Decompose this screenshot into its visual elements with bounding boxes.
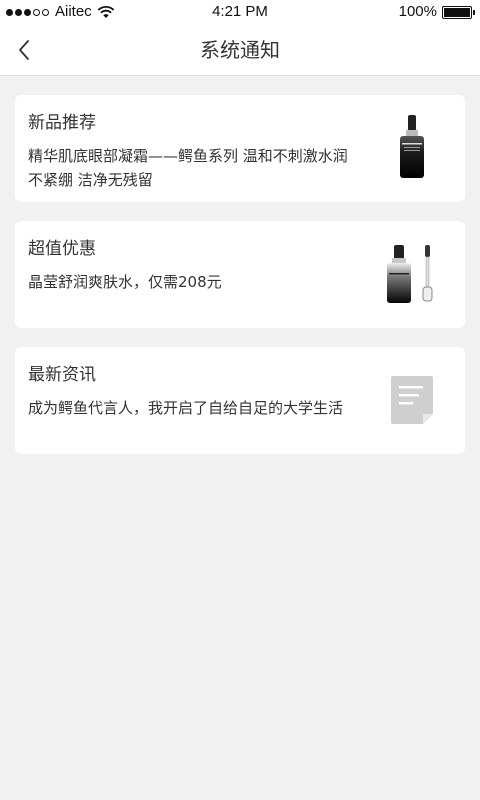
notification-card[interactable]: 超值优惠 晶莹舒润爽肤水，仅需208元 <box>15 221 465 328</box>
notification-title: 超值优惠 <box>28 239 96 259</box>
notification-list: 新品推荐 精华肌底眼部凝霜——鳄鱼系列 温和不刺激水润不紧绷 洁净无残留 超值优… <box>15 95 465 473</box>
battery-percent: 100% <box>398 3 437 20</box>
battery-area: 100% <box>398 3 475 20</box>
page-title: 系统通知 <box>200 38 280 62</box>
document-icon <box>377 365 447 435</box>
nav-bar: 系统通知 <box>0 24 480 76</box>
notification-title: 新品推荐 <box>28 113 96 133</box>
status-bar: Aiitec 4:21 PM 100% <box>0 0 480 24</box>
notification-card[interactable]: 新品推荐 精华肌底眼部凝霜——鳄鱼系列 温和不刺激水润不紧绷 洁净无残留 <box>15 95 465 202</box>
notification-body: 成为鳄鱼代言人，我开启了自给自足的大学生活 <box>28 399 344 417</box>
notification-body: 精华肌底眼部凝霜——鳄鱼系列 温和不刺激水润不紧绷 洁净无残留 <box>28 147 348 189</box>
serum-dropper-icon <box>377 239 447 309</box>
notification-body: 晶莹舒润爽肤水，仅需208元 <box>28 273 222 291</box>
serum-bottle-icon <box>377 113 447 183</box>
notification-card[interactable]: 最新资讯 成为鳄鱼代言人，我开启了自给自足的大学生活 <box>15 347 465 454</box>
notification-title: 最新资讯 <box>28 365 96 385</box>
battery-icon <box>442 5 475 19</box>
